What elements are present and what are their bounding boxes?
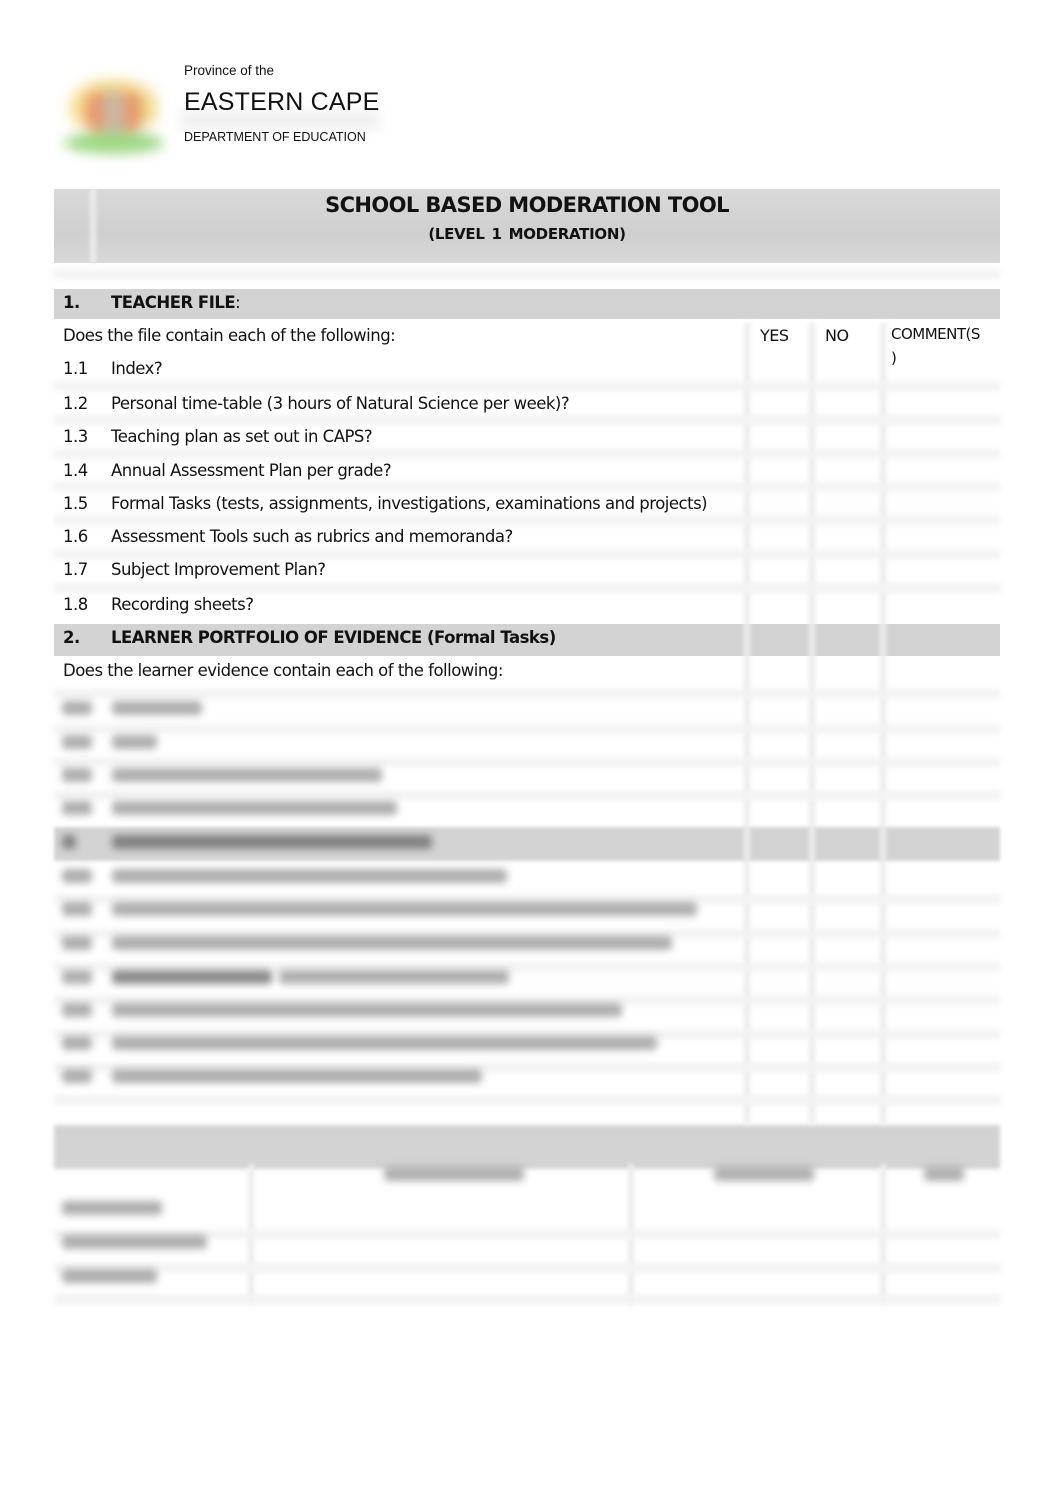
province-name: EASTERN CAPE xyxy=(184,88,380,116)
department-name: DEPARTMENT OF EDUCATION xyxy=(184,130,366,144)
section-1-heading: TEACHER FILE: xyxy=(111,293,241,312)
section-1-heading-colon: : xyxy=(235,293,241,312)
item-number: 1.2 xyxy=(63,394,88,413)
item-text: Subject Improvement Plan? xyxy=(111,560,326,579)
no-column-header: NO xyxy=(825,326,849,345)
section-1-prompt: Does the file contain each of the follow… xyxy=(63,326,396,345)
section-2-prompt: Does the learner evidence contain each o… xyxy=(63,661,503,680)
section-2-number: 2. xyxy=(63,628,80,647)
item-text: Annual Assessment Plan per grade? xyxy=(111,461,392,480)
section-1-heading-text: TEACHER FILE xyxy=(111,293,236,312)
province-prefix: Province of the xyxy=(184,63,275,78)
item-text: Formal Tasks (tests, assignments, invest… xyxy=(111,494,708,513)
item-number: 1.1 xyxy=(63,359,88,378)
item-text: Assessment Tools such as rubrics and mem… xyxy=(111,527,513,546)
document-title: SCHOOL BASED MODERATION TOOL xyxy=(325,193,729,217)
coat-of-arms-logo xyxy=(58,70,170,158)
item-text: Teaching plan as set out in CAPS? xyxy=(111,427,373,446)
comments-column-header-wrap: ) xyxy=(891,349,897,367)
document-subtitle: (LEVEL 1 MODERATION) xyxy=(428,225,626,243)
comments-column-header: COMMENT(S xyxy=(891,325,980,343)
section-1-number: 1. xyxy=(63,293,80,312)
item-number: 1.5 xyxy=(63,494,88,513)
moderation-form: SCHOOL BASED MODERATION TOOL (LEVEL 1 MO… xyxy=(54,189,1000,1304)
item-text: Personal time-table (3 hours of Natural … xyxy=(111,394,570,413)
summary-header-band xyxy=(54,1125,1000,1169)
yes-column-header: YES xyxy=(760,326,789,345)
item-number: 1.4 xyxy=(63,461,88,480)
item-number: 1.3 xyxy=(63,427,88,446)
section-2-heading: LEARNER PORTFOLIO OF EVIDENCE (Formal Ta… xyxy=(111,628,556,647)
item-text: Recording sheets? xyxy=(111,595,254,614)
item-number: 1.6 xyxy=(63,527,88,546)
item-text: Index? xyxy=(111,359,163,378)
item-number: 1.8 xyxy=(63,595,88,614)
item-number: 1.7 xyxy=(63,560,88,579)
